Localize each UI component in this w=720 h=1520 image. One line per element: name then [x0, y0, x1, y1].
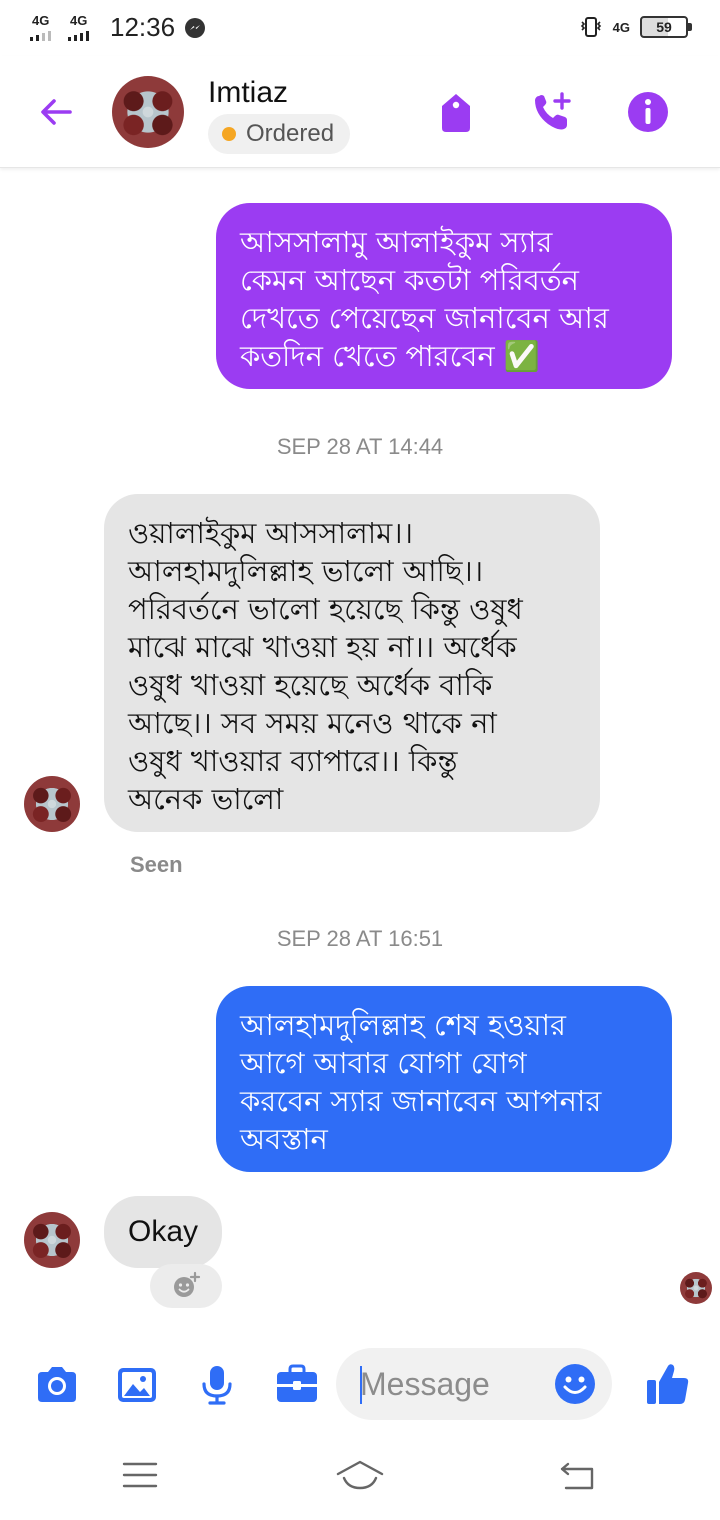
message-line: অবস্তান [240, 1122, 328, 1156]
read-receipt-avatar [680, 1272, 712, 1304]
order-status-badge[interactable]: Ordered [208, 114, 351, 154]
message-line: পরিবর্তনে ভালো হয়েছে কিন্তু ওষুধ [128, 592, 523, 626]
message-line: ওষুধ খাওয়ার ব্যাপারে।। কিন্তু [128, 744, 458, 778]
thumbs-up-icon[interactable] [644, 1360, 692, 1408]
add-reaction-icon [174, 1271, 201, 1297]
message-timestamp: SEP 28 AT 14:44 [276, 434, 444, 459]
outgoing-message-bubble[interactable]: আলহামদুলিল্লাহ শেষ হওয়ার আগে আবার যোগা … [216, 986, 672, 1172]
message-line: আছে।। সব সময় মনেও থাকে না [128, 706, 497, 740]
message-line: আলহামদুলিল্লাহ ভালো আছি।। [128, 554, 484, 588]
chat-header: Imtiaz Ordered [0, 56, 720, 168]
microphone-icon[interactable] [194, 1362, 240, 1408]
clock: 12:36 [110, 12, 176, 42]
message-line: করবেন স্যার জানাবেন আপনার [240, 1084, 602, 1118]
signal-sim1-icon: 4G [30, 13, 58, 43]
contact-avatar[interactable] [112, 76, 184, 148]
sim2-label: 4G [70, 12, 88, 28]
message-composer [0, 1340, 720, 1430]
message-line: আসসালামু আলাইকুম স্যার [240, 225, 553, 259]
network-type: 4G [612, 19, 630, 35]
message-line: ওষুধ খাওয়া হয়েছে অর্ধেক বাকি [128, 668, 493, 702]
status-bar: 4G 4G 12:36 4G 59 [0, 0, 720, 56]
menu-icon[interactable] [120, 1458, 160, 1492]
info-icon[interactable] [626, 90, 670, 134]
image-icon[interactable] [114, 1362, 160, 1408]
back-icon[interactable] [558, 1458, 598, 1492]
text-cursor [360, 1366, 362, 1404]
add-call-icon[interactable] [530, 90, 574, 134]
message-line: আলহামদুলিল্লাহ শেষ হওয়ার [240, 1008, 566, 1042]
sender-avatar[interactable] [24, 1212, 80, 1268]
seen-receipt: Seen [130, 852, 183, 877]
home-icon[interactable] [334, 1458, 386, 1492]
message-line: মাঝে মাঝে খাওয়া হয় না।। অর্ধেক [128, 630, 517, 664]
system-navigation-bar [0, 1430, 720, 1520]
emoji-icon[interactable] [554, 1363, 596, 1405]
battery-icon: 59 [640, 16, 692, 38]
messenger-notification-icon [185, 17, 206, 38]
message-line: আগে আবার যোগা যোগ [240, 1046, 527, 1080]
contact-name[interactable]: Imtiaz [208, 76, 288, 110]
message-line: অনেক ভালো [128, 782, 284, 816]
camera-icon[interactable] [34, 1362, 80, 1408]
back-arrow-icon[interactable] [36, 92, 76, 132]
sender-avatar[interactable] [24, 776, 80, 832]
message-line: দেখতে পেয়েছেন জানাবেন আর [240, 301, 609, 335]
vibrate-icon [580, 17, 601, 37]
outgoing-message-bubble[interactable]: আসসালামু আলাইকুম স্যার কেমন আছেন কতটা পর… [216, 203, 672, 389]
status-label: Ordered [246, 120, 335, 147]
briefcase-icon[interactable] [274, 1362, 320, 1408]
message-line: কতদিন খেতে পারবেন ✅ [240, 339, 541, 373]
tag-icon[interactable] [434, 90, 478, 134]
message-line: ওয়ালাইকুম আসসালাম।। [128, 516, 413, 550]
message-text: Okay [127, 1215, 199, 1248]
add-reaction-button[interactable] [150, 1264, 222, 1308]
message-timestamp: SEP 28 AT 16:51 [276, 926, 444, 951]
battery-level: 59 [656, 19, 672, 35]
status-dot-icon [222, 127, 236, 141]
sim1-label: 4G [32, 12, 50, 28]
incoming-message-bubble[interactable]: ওয়ালাইকুম আসসালাম।। আলহামদুলিল্লাহ ভালো… [104, 494, 600, 832]
incoming-message-bubble[interactable]: Okay [104, 1196, 222, 1268]
message-line: কেমন আছেন কতটা পরিবর্তন [240, 263, 579, 297]
signal-sim2-icon: 4G [68, 13, 96, 43]
